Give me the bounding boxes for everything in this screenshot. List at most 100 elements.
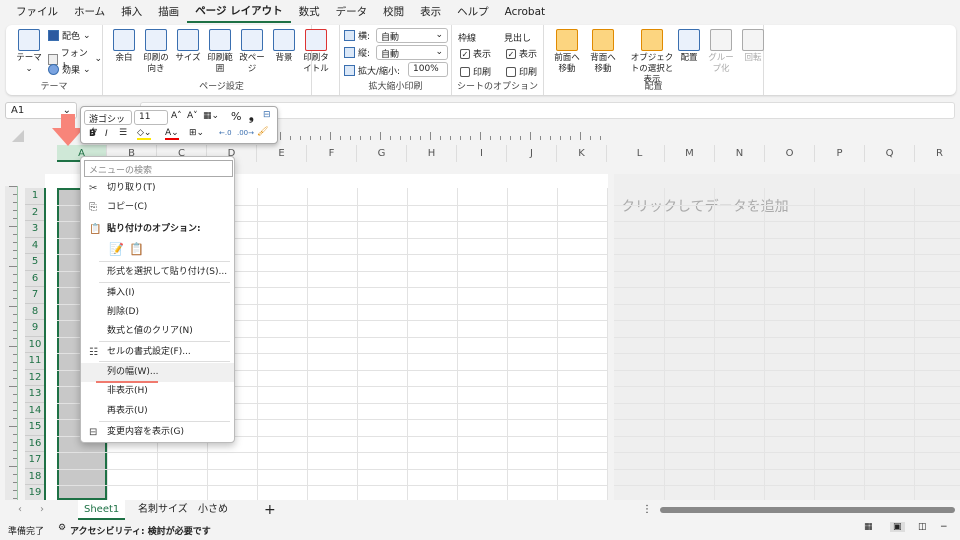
scroll-tabs-left[interactable]: ‹ — [12, 500, 28, 520]
menu-item-copy[interactable]: ⎘ コピー(C) — [81, 198, 234, 217]
scroll-tabs-right[interactable]: › — [34, 500, 50, 520]
row-header-17[interactable]: 17 — [25, 452, 45, 469]
row-header-6[interactable]: 6 — [25, 270, 45, 287]
menu-tab[interactable]: データ — [328, 0, 376, 24]
menu-tab[interactable]: ヘルプ — [449, 0, 497, 24]
paste-icon[interactable]: 📝 — [109, 242, 124, 256]
comma-button[interactable]: ❟ — [249, 109, 254, 124]
align-center-icon[interactable]: ☰ — [119, 128, 127, 138]
column-header-E[interactable]: E — [257, 145, 307, 162]
menu-item-paste-special[interactable]: 形式を選択して貼り付け(S)... — [81, 263, 234, 282]
theme-button[interactable]: テーマ ⌄ — [12, 29, 46, 75]
horizontal-scrollbar[interactable] — [660, 507, 955, 513]
more-icon[interactable]: ⋮ — [636, 500, 658, 520]
column-header-N[interactable]: N — [715, 145, 765, 162]
width-select[interactable]: 自動 ⌄ — [376, 28, 448, 43]
menu-item-show-changes[interactable]: ⊟ 変更内容を表示(G) — [81, 423, 234, 442]
row-header-14[interactable]: 14 — [25, 402, 45, 419]
row-header-9[interactable]: 9 — [25, 320, 45, 337]
arrange-button[interactable]: 配置 — [674, 29, 704, 64]
scale-spinner[interactable]: 100% — [408, 62, 448, 77]
arrange-button[interactable]: 前面へ移動 — [552, 29, 582, 75]
column-header-K[interactable]: K — [557, 145, 607, 162]
row-header-3[interactable]: 3 — [25, 221, 45, 238]
arrange-button[interactable]: オブジェクトの選択と表示 — [630, 29, 674, 86]
column-header-G[interactable]: G — [357, 145, 407, 162]
menu-tab[interactable]: ホーム — [66, 0, 113, 24]
page-setup-button[interactable]: 余白 — [108, 29, 140, 64]
column-header-H[interactable]: H — [407, 145, 457, 162]
colors-button[interactable]: 配色 ⌄ — [48, 29, 91, 42]
menu-tab[interactable]: 挿入 — [113, 0, 150, 24]
menu-tab[interactable]: ファイル — [8, 0, 66, 24]
menu-item-unhide[interactable]: 再表示(U) — [81, 402, 234, 421]
page-break-view-icon[interactable]: ◫ — [918, 522, 927, 532]
sheet-tab[interactable]: 名刺サイズ — [132, 500, 194, 520]
page-setup-button[interactable]: 改ページ — [236, 29, 268, 75]
column-header-J[interactable]: J — [507, 145, 557, 162]
menu-search-input[interactable]: メニューの検索 — [84, 160, 233, 177]
row-header-18[interactable]: 18 — [25, 468, 45, 485]
paste-values-icon[interactable]: 📋 — [129, 242, 144, 256]
format-painter-icon[interactable]: 🖌 — [257, 127, 268, 137]
sheet-tab[interactable]: 小さめ — [192, 500, 234, 520]
column-header-Q[interactable]: Q — [865, 145, 915, 162]
row-header-2[interactable]: 2 — [25, 204, 45, 221]
accessibility-status[interactable]: アクセシビリティ: 検討が必要です — [70, 524, 211, 537]
fill-color-icon[interactable]: ◇⌄ — [137, 128, 152, 140]
font-select[interactable]: 游ゴシック — [84, 110, 132, 138]
font-color-icon[interactable]: A⌄ — [165, 128, 179, 140]
menu-tab[interactable]: ページ レイアウト — [187, 1, 291, 23]
percent-button[interactable]: % — [231, 110, 241, 123]
page-2[interactable]: クリックしてデータを追加 — [614, 174, 960, 503]
menu-tab[interactable]: 校閲 — [375, 0, 412, 24]
column-header-P[interactable]: P — [815, 145, 865, 162]
row-header-11[interactable]: 11 — [25, 353, 45, 370]
row-header-16[interactable]: 16 — [25, 435, 45, 452]
column-header-I[interactable]: I — [457, 145, 507, 162]
page-setup-button[interactable]: 印刷範囲 — [204, 29, 236, 75]
menu-tab[interactable]: Acrobat — [497, 0, 554, 24]
menu-item-column-width[interactable]: 列の幅(W)... — [81, 363, 234, 382]
row-header-12[interactable]: 12 — [25, 369, 45, 386]
font-size-select[interactable]: 11 — [134, 110, 168, 125]
effects-button[interactable]: 効果 ⌄ — [48, 63, 91, 76]
headings-view-checkbox[interactable]: ✓ 表示 — [506, 47, 537, 60]
row-header-10[interactable]: 10 — [25, 336, 45, 353]
bold-button[interactable]: B — [89, 129, 96, 139]
page-setup-button[interactable]: 印刷タイトル — [300, 29, 332, 75]
row-header-8[interactable]: 8 — [25, 303, 45, 320]
row-header-7[interactable]: 7 — [25, 287, 45, 304]
row-header-1[interactable]: 1 — [25, 188, 45, 205]
sheet-tab[interactable]: Sheet1 — [78, 500, 126, 520]
menu-item-cut[interactable]: ✂ 切り取り(T) — [81, 179, 234, 198]
menu-tab[interactable]: 数式 — [291, 0, 328, 24]
row-header-15[interactable]: 15 — [25, 419, 45, 436]
menu-item-format-cells[interactable]: ☷ セルの書式設定(F)... — [81, 343, 234, 362]
page-setup-button[interactable]: サイズ — [172, 29, 204, 64]
row-header-4[interactable]: 4 — [25, 237, 45, 254]
menu-tab[interactable]: 表示 — [412, 0, 449, 24]
column-header-M[interactable]: M — [665, 145, 715, 162]
increase-font-icon[interactable]: A˄ — [171, 111, 182, 121]
headings-print-checkbox[interactable]: 印刷 — [506, 65, 537, 78]
menu-tab[interactable]: 描画 — [150, 0, 187, 24]
menu-item-clear-contents[interactable]: 数式と値のクリア(N) — [81, 322, 234, 341]
column-header-L[interactable]: L — [615, 145, 665, 162]
increase-decimal-icon[interactable]: ←.0 — [219, 129, 232, 137]
height-select[interactable]: 自動 ⌄ — [376, 45, 448, 60]
column-header-O[interactable]: O — [765, 145, 815, 162]
row-header-5[interactable]: 5 — [25, 254, 45, 271]
normal-view-icon[interactable]: ▦ — [864, 522, 873, 532]
menu-item-delete[interactable]: 削除(D) — [81, 303, 234, 322]
menu-item-hide[interactable]: 非表示(H) — [81, 382, 234, 401]
page-setup-button[interactable]: 背景 — [268, 29, 300, 64]
column-header-F[interactable]: F — [307, 145, 357, 162]
page-setup-button[interactable]: 印刷の向き — [140, 29, 172, 75]
borders-icon[interactable]: ⊞⌄ — [189, 128, 204, 138]
arrange-button[interactable]: 背面へ移動 — [588, 29, 618, 75]
select-all-corner[interactable] — [12, 130, 24, 142]
page-layout-view-icon[interactable]: ▣ — [890, 522, 905, 532]
decrease-font-icon[interactable]: A˅ — [187, 111, 198, 121]
number-format-icon[interactable]: ▦⌄ — [203, 111, 219, 121]
